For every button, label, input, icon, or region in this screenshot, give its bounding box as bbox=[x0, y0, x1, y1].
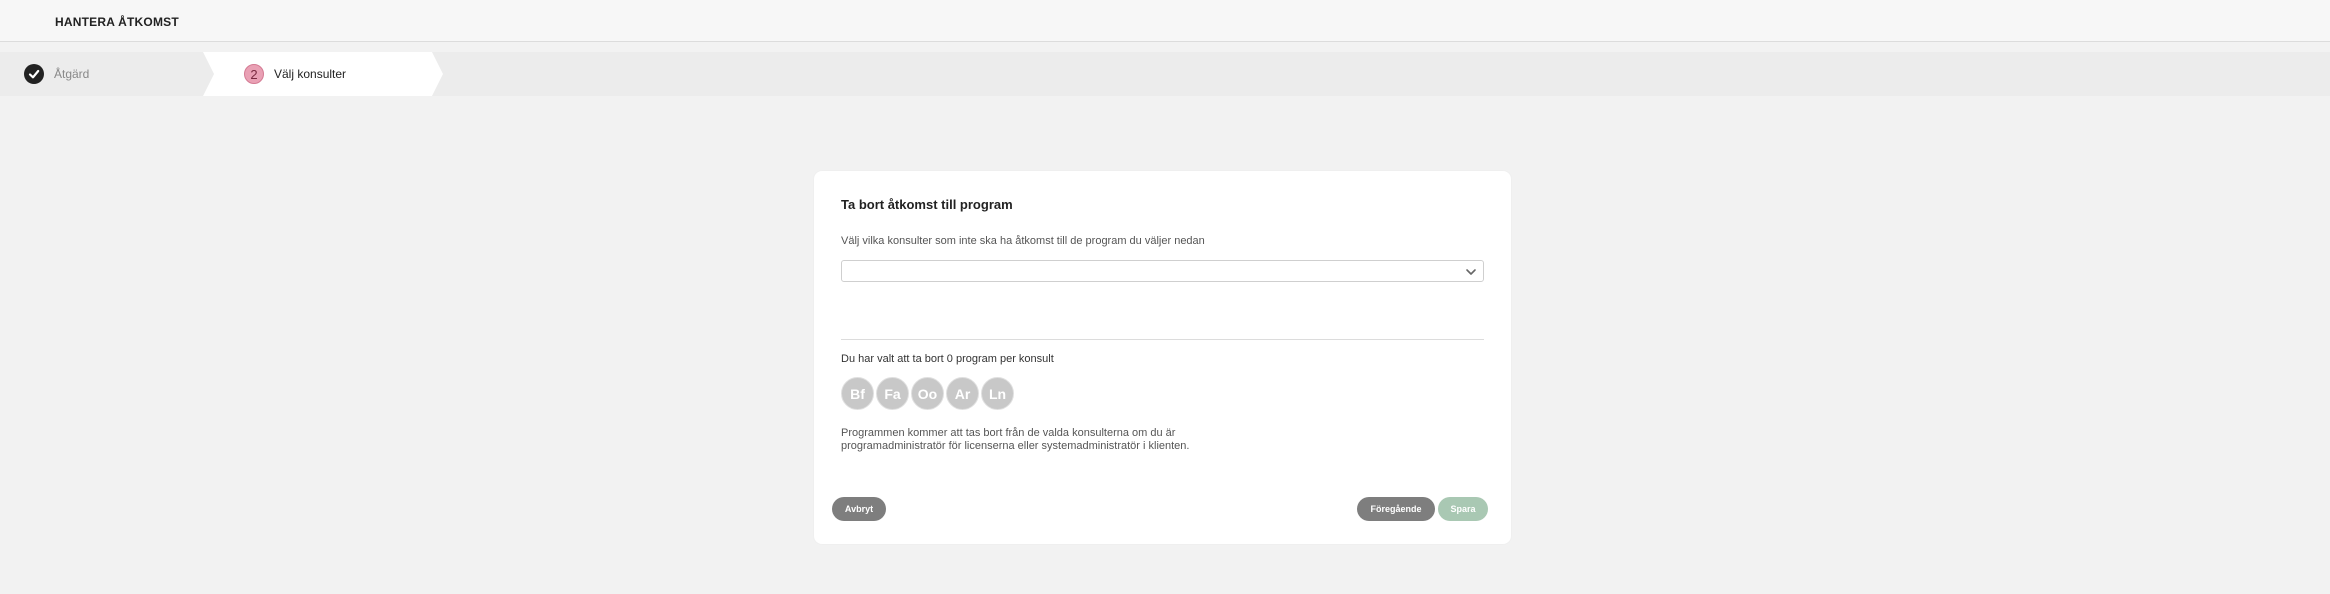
step-action-label: Åtgärd bbox=[54, 67, 90, 81]
divider bbox=[841, 339, 1484, 340]
info-note-line: programadministratör för licenserna elle… bbox=[841, 440, 1190, 452]
top-bar: HANTERA ÅTKOMST bbox=[0, 0, 2330, 42]
cancel-button[interactable]: Avbryt bbox=[832, 497, 886, 521]
step-action[interactable]: Åtgärd bbox=[0, 52, 215, 96]
avatar: Ar bbox=[946, 377, 979, 410]
avatar: Fa bbox=[876, 377, 909, 410]
previous-button[interactable]: Föregående bbox=[1357, 497, 1435, 521]
consultant-avatars: Bf Fa Oo Ar Ln bbox=[841, 377, 1016, 410]
step-select-consultants-label: Välj konsulter bbox=[274, 67, 347, 81]
step-select-consultants[interactable]: 2 Välj konsulter bbox=[203, 52, 443, 96]
avatar: Ln bbox=[981, 377, 1014, 410]
avatar: Oo bbox=[911, 377, 944, 410]
stepper: Åtgärd 2 Välj konsulter bbox=[0, 52, 2330, 96]
selection-summary: Du har valt att ta bort 0 program per ko… bbox=[841, 353, 1054, 365]
card-title: Ta bort åtkomst till program bbox=[841, 197, 1013, 212]
remove-access-card: Ta bort åtkomst till program Välj vilka … bbox=[814, 171, 1511, 544]
info-note-line: Programmen kommer att tas bort från de v… bbox=[841, 427, 1176, 439]
checkmark-icon bbox=[24, 64, 44, 84]
info-note: Programmen kommer att tas bort från de v… bbox=[841, 427, 1241, 453]
page-title: HANTERA ÅTKOMST bbox=[55, 15, 179, 29]
chevron-down-icon[interactable] bbox=[1465, 265, 1477, 277]
save-button[interactable]: Spara bbox=[1438, 497, 1488, 521]
card-description: Välj vilka konsulter som inte ska ha åtk… bbox=[841, 235, 1205, 247]
avatar: Bf bbox=[841, 377, 874, 410]
consultant-select[interactable] bbox=[841, 260, 1484, 282]
step-number-badge: 2 bbox=[244, 64, 264, 84]
